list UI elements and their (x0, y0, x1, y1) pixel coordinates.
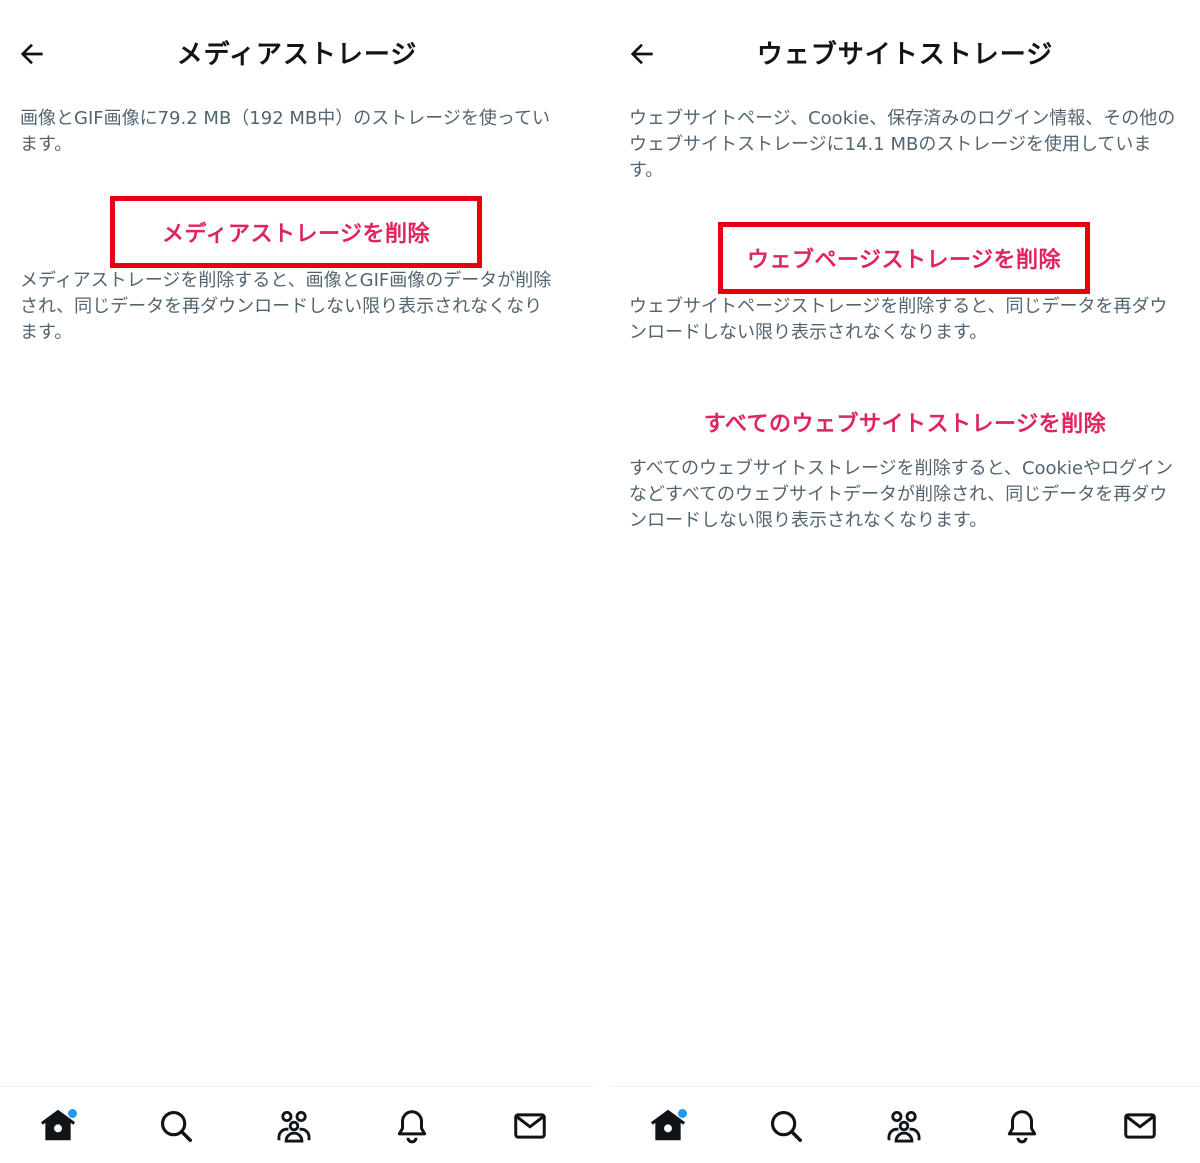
search-icon (770, 1110, 802, 1142)
bottom-tab-bar (0, 1086, 594, 1163)
tab-notifications[interactable] (1001, 1105, 1043, 1147)
notification-dot (678, 1109, 687, 1118)
tab-search[interactable] (155, 1105, 197, 1147)
media-storage-screen: メディアストレージ 画像とGIF画像に79.2 MB（192 MB中）のストレー… (0, 0, 594, 1163)
highlight-box: メディアストレージを削除 (110, 196, 482, 268)
tab-home[interactable] (37, 1105, 79, 1147)
search-icon (160, 1110, 192, 1142)
page-title: メディアストレージ (176, 40, 418, 70)
delete-all-website-storage-button[interactable]: すべてのウェブサイトストレージを削除 (610, 406, 1200, 438)
notification-dot (68, 1109, 77, 1118)
tab-communities[interactable] (883, 1105, 925, 1147)
page-title: ウェブサイトストレージ (756, 40, 1054, 70)
header: ウェブサイトストレージ (610, 0, 1200, 104)
bell-icon (397, 1110, 427, 1144)
communities-icon (887, 1110, 921, 1143)
envelope-icon (1124, 1113, 1156, 1139)
tab-notifications[interactable] (391, 1105, 433, 1147)
tab-messages[interactable] (509, 1105, 551, 1147)
tab-messages[interactable] (1119, 1105, 1161, 1147)
tab-communities[interactable] (273, 1105, 315, 1147)
bottom-tab-bar (610, 1086, 1200, 1163)
tab-search[interactable] (765, 1105, 807, 1147)
website-storage-screen: ウェブサイトストレージ ウェブサイトページ、Cookie、保存済みのログイン情報… (610, 0, 1200, 1163)
delete-webpage-note: ウェブサイトページストレージを削除すると、同じデータを再ダウンロードしない限り表… (629, 296, 1168, 343)
communities-icon (277, 1110, 311, 1143)
tab-home[interactable] (647, 1105, 689, 1147)
envelope-icon (514, 1113, 546, 1139)
bell-icon (1007, 1110, 1037, 1144)
storage-usage-text: 画像とGIF画像に79.2 MB（192 MB中）のストレージを使っています。 (20, 108, 550, 155)
delete-media-storage-button[interactable]: メディアストレージを削除 (162, 216, 430, 248)
delete-all-note: すべてのウェブサイトストレージを削除すると、Cookieやログインなどすべてのウ… (629, 458, 1174, 531)
header: メディアストレージ (0, 0, 594, 104)
delete-webpage-storage-button[interactable]: ウェブページストレージを削除 (747, 242, 1061, 274)
delete-media-note: メディアストレージを削除すると、画像とGIF画像のデータが削除され、同じデータを… (20, 270, 552, 343)
storage-usage-text: ウェブサイトページ、Cookie、保存済みのログイン情報、その他のウェブサイトス… (629, 108, 1176, 181)
highlight-box: ウェブページストレージを削除 (718, 222, 1090, 294)
